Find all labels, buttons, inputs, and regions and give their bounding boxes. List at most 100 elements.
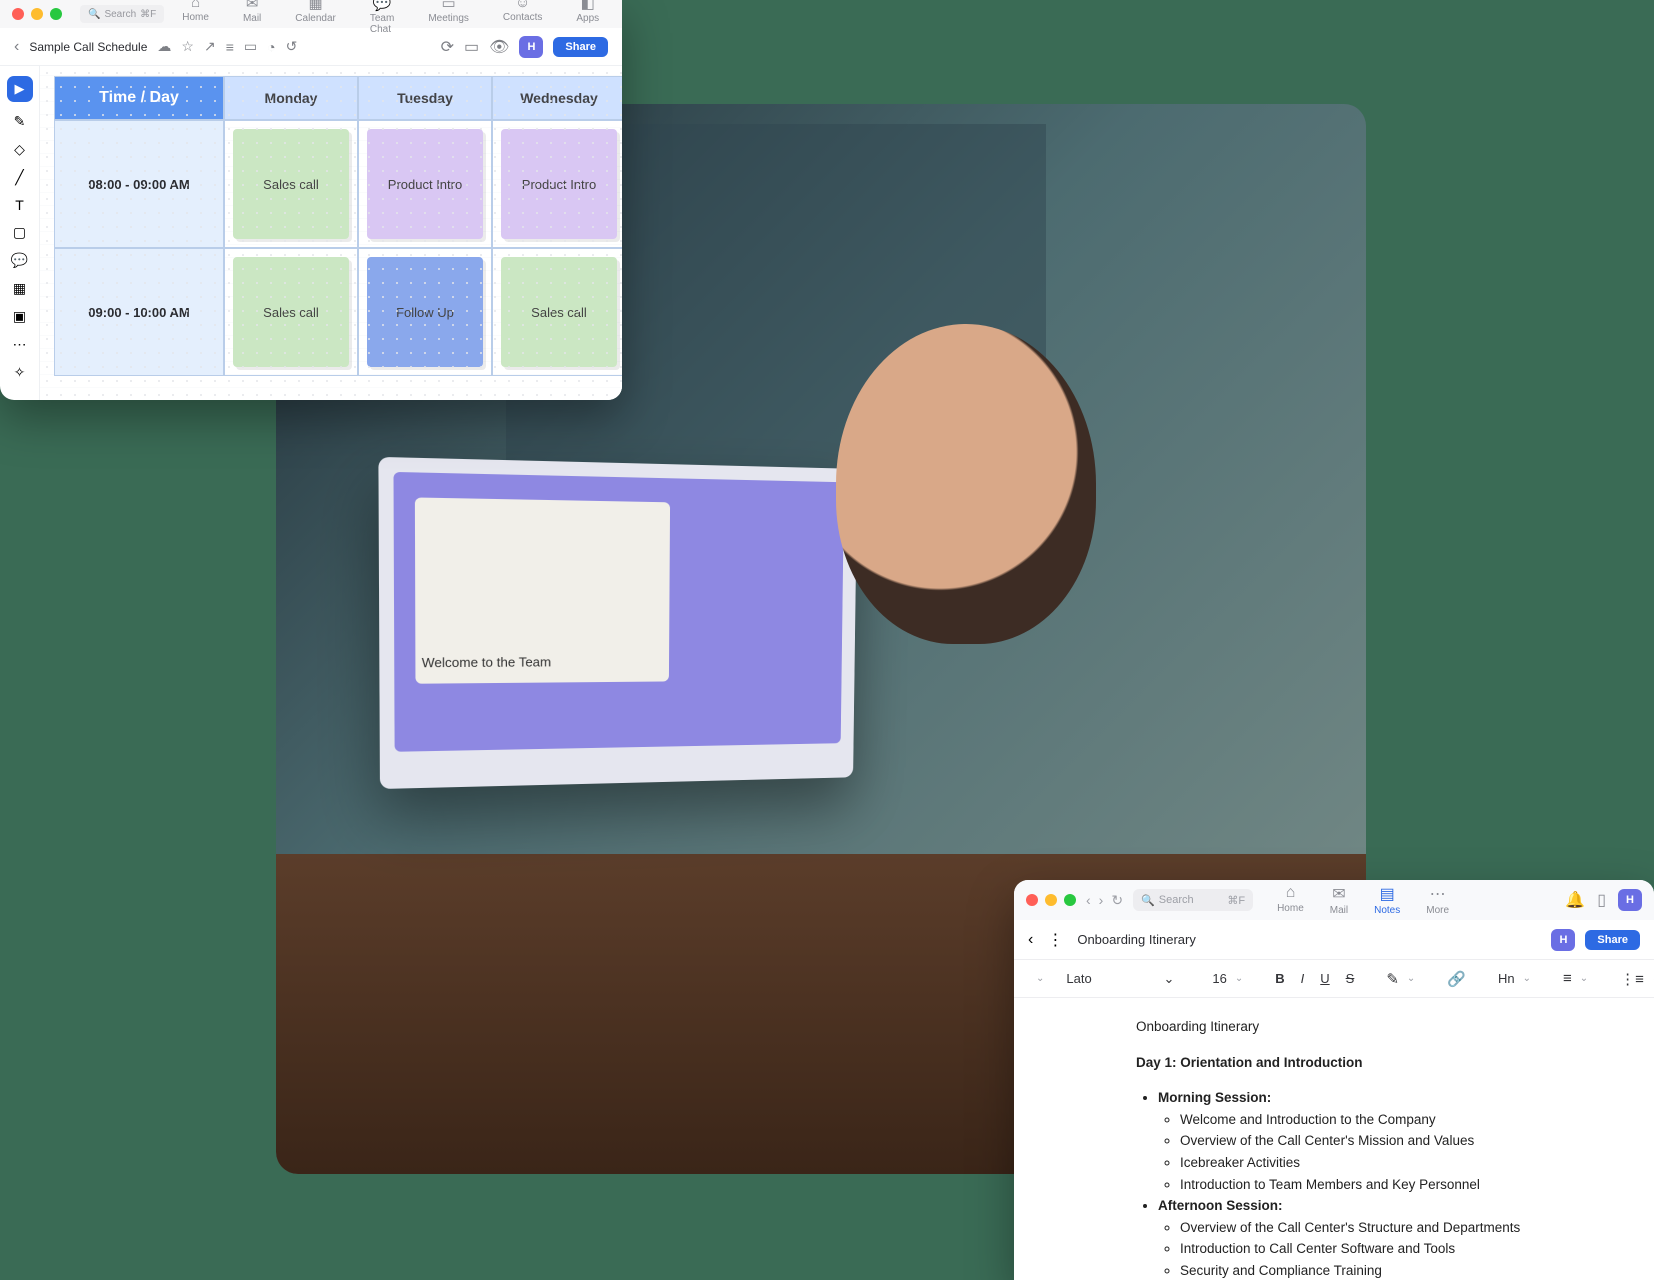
- cell-0-1[interactable]: Product Intro: [358, 120, 492, 248]
- doc-list: Morning Session: Welcome and Introductio…: [1136, 1087, 1622, 1280]
- tab-calendar-label: Calendar: [295, 13, 336, 24]
- header-mon: Monday: [224, 76, 358, 120]
- notes-titlebar: ‹ › ↻ 🔍 Search ⌘F ⌂Home ✉Mail ▤Notes ⋯Mo…: [1014, 880, 1654, 920]
- list-item: Introduction to Team Members and Key Per…: [1180, 1174, 1622, 1196]
- line-tool[interactable]: ╱: [15, 169, 23, 186]
- back-icon[interactable]: ‹: [14, 38, 19, 56]
- home-icon: ⌂: [1286, 884, 1296, 902]
- time-0: 08:00 - 09:00 AM: [54, 120, 224, 248]
- popout-icon[interactable]: ↗: [204, 38, 216, 55]
- traffic-lights[interactable]: [12, 8, 62, 20]
- refresh-icon[interactable]: ⟳: [441, 37, 454, 57]
- search-input[interactable]: 🔍 Search ⌘F: [80, 5, 164, 23]
- comment-tool[interactable]: 💬: [11, 252, 28, 269]
- timer-icon[interactable]: ◔: [267, 39, 275, 55]
- header-tue: Tuesday: [358, 76, 492, 120]
- highlight-icon[interactable]: ✎: [1386, 970, 1399, 988]
- mail-icon: ✉: [246, 0, 259, 12]
- cloud-icon[interactable]: ☁: [157, 38, 171, 55]
- eye-icon[interactable]: 👁: [489, 37, 509, 57]
- frame-tool[interactable]: ▦: [13, 280, 26, 297]
- tab-home-label: Home: [1277, 903, 1304, 914]
- pointer-tool[interactable]: ▶: [7, 76, 33, 102]
- sticky[interactable]: Product Intro: [501, 129, 617, 239]
- tab-contacts-label: Contacts: [503, 12, 542, 23]
- cell-1-2[interactable]: Sales call: [492, 248, 622, 376]
- back-icon[interactable]: ‹: [1028, 931, 1033, 949]
- back-icon[interactable]: ‹: [1086, 892, 1091, 909]
- strike-button[interactable]: S: [1346, 971, 1355, 986]
- tab-notes[interactable]: ▤Notes: [1374, 884, 1400, 916]
- more-icon: ⋯: [1430, 884, 1446, 904]
- cell-1-1[interactable]: Follow Up: [358, 248, 492, 376]
- notes-icon: ▤: [1380, 884, 1395, 904]
- tab-mail[interactable]: ✉Mail: [1330, 884, 1348, 916]
- kebab-icon[interactable]: ⋮: [1047, 930, 1063, 950]
- forward-icon[interactable]: ›: [1099, 892, 1104, 909]
- sticky[interactable]: Sales call: [501, 257, 617, 367]
- format-toolbar: ⌄ Lato⌄ 16⌄ B I U S ✎⌄ 🔗 Hn⌄ ≡⌄ ⋮≡⌄ »: [1014, 960, 1654, 998]
- header-wed: Wednesday: [492, 76, 622, 120]
- camera-icon[interactable]: ▭: [464, 37, 479, 57]
- apps-icon: ◧: [581, 0, 595, 12]
- avatar-badge[interactable]: H: [1551, 929, 1575, 951]
- font-select[interactable]: Lato⌄: [1060, 971, 1180, 987]
- cell-0-2[interactable]: Product Intro: [492, 120, 622, 248]
- avatar-badge[interactable]: H: [1618, 889, 1642, 911]
- share-button[interactable]: Share: [553, 37, 608, 57]
- hero-monitor: Welcome to the Team: [378, 457, 857, 789]
- tab-notes-label: Notes: [1374, 905, 1400, 916]
- cell-0-0[interactable]: Sales call: [224, 120, 358, 248]
- search-shortcut: ⌘F: [1227, 894, 1245, 907]
- image-tool[interactable]: ▣: [13, 308, 26, 325]
- tab-apps-label: Apps: [576, 13, 599, 24]
- shape-tool[interactable]: ◇: [14, 141, 25, 158]
- sticky[interactable]: Sales call: [233, 129, 349, 239]
- list-item: Overview of the Call Center's Mission an…: [1180, 1130, 1622, 1152]
- text-tool[interactable]: T: [15, 197, 24, 213]
- hero-face: [836, 324, 1096, 644]
- bold-button[interactable]: B: [1275, 971, 1284, 986]
- italic-button[interactable]: I: [1301, 971, 1305, 986]
- sticky-tool[interactable]: ▢: [13, 224, 26, 241]
- pen-tool[interactable]: ✎: [14, 113, 26, 130]
- ai-tool[interactable]: ✧: [14, 364, 26, 381]
- font-size[interactable]: 16: [1212, 971, 1226, 986]
- app-tabs: ⌂Home ✉Mail ▤Notes ⋯More: [1277, 884, 1449, 916]
- avatar-badge[interactable]: H: [519, 36, 543, 58]
- panel-icon[interactable]: ▯: [1597, 890, 1606, 910]
- titlebar-right: 🔔 ▯ H: [1565, 889, 1642, 911]
- document-body[interactable]: Onboarding Itinerary Day 1: Orientation …: [1014, 998, 1654, 1280]
- clock-icon[interactable]: ↻: [1111, 892, 1123, 909]
- cell-1-0[interactable]: Sales call: [224, 248, 358, 376]
- mail-icon: ✉: [1332, 884, 1345, 904]
- sticky[interactable]: Product Intro: [367, 129, 483, 239]
- present-icon[interactable]: ▭: [244, 38, 257, 55]
- undo-icon[interactable]: ↺: [286, 38, 298, 55]
- search-input[interactable]: 🔍 Search ⌘F: [1133, 889, 1253, 911]
- sticky[interactable]: Follow Up: [367, 257, 483, 367]
- list-icon[interactable]: ⋮≡: [1620, 970, 1644, 988]
- search-icon: 🔍: [88, 9, 100, 20]
- tab-home[interactable]: ⌂Home: [1277, 884, 1304, 916]
- traffic-lights[interactable]: [1026, 894, 1076, 906]
- hero-screen: Welcome to the Team: [393, 472, 844, 752]
- star-icon[interactable]: ☆: [181, 38, 194, 55]
- align-icon[interactable]: ≡: [1563, 970, 1572, 987]
- list-icon[interactable]: ≡: [226, 39, 234, 55]
- contacts-icon: ☺: [515, 0, 530, 11]
- bell-icon[interactable]: 🔔: [1565, 890, 1585, 910]
- sticky[interactable]: Sales call: [233, 257, 349, 367]
- link-icon[interactable]: 🔗: [1447, 970, 1466, 988]
- heading-button[interactable]: Hn: [1498, 971, 1515, 986]
- underline-button[interactable]: U: [1320, 971, 1329, 986]
- tab-more[interactable]: ⋯More: [1426, 884, 1449, 916]
- header-timeday: Time / Day: [54, 76, 224, 120]
- canvas[interactable]: Time / Day Monday Tuesday Wednesday 08:0…: [40, 66, 622, 400]
- share-button[interactable]: Share: [1585, 930, 1640, 950]
- whiteboard-body: ▶ ✎ ◇ ╱ T ▢ 💬 ▦ ▣ ⋯ ✧ Time / Day Monday …: [0, 66, 622, 400]
- list-item: Welcome and Introduction to the Company: [1180, 1109, 1622, 1131]
- more-tool[interactable]: ⋯: [13, 336, 27, 353]
- search-shortcut: ⌘F: [140, 9, 156, 20]
- list-item: Security and Compliance Training: [1180, 1260, 1622, 1280]
